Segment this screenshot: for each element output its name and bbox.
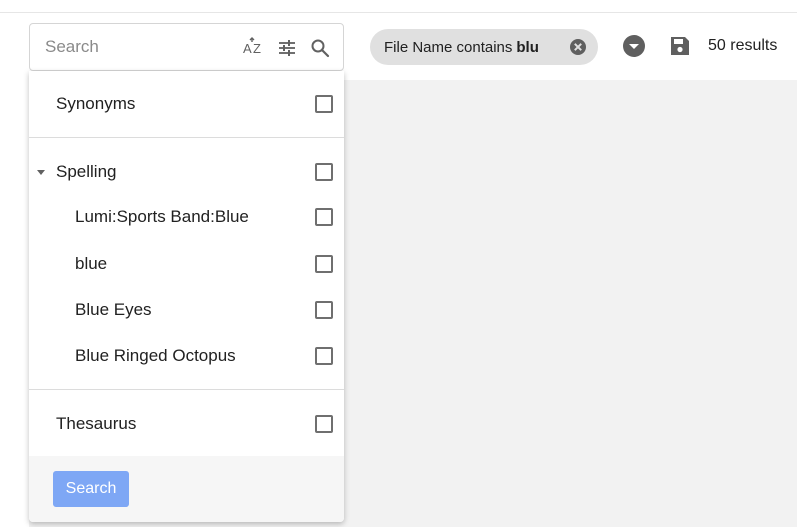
search-input[interactable] — [45, 37, 205, 57]
panel-footer: Search — [29, 456, 344, 522]
search-box[interactable]: A Z — [29, 23, 344, 71]
spelling-item-checkbox[interactable] — [315, 301, 333, 319]
spelling-item-label: Lumi:Sports Band:Blue — [75, 207, 249, 226]
svg-text:A: A — [243, 41, 252, 56]
search-tools: A Z — [243, 36, 331, 60]
search-icon[interactable] — [309, 37, 331, 59]
spelling-item-checkbox[interactable] — [315, 255, 333, 273]
sort-az-icon[interactable]: A Z — [243, 37, 265, 59]
left-strip — [0, 80, 29, 527]
divider — [29, 137, 344, 138]
spelling-item-label: blue — [75, 254, 108, 273]
option-spelling-checkbox[interactable] — [315, 163, 333, 181]
option-thesaurus-checkbox[interactable] — [315, 415, 333, 433]
spelling-item-label: Blue Eyes — [75, 300, 152, 319]
option-thesaurus-label: Thesaurus — [56, 414, 137, 433]
suggestions-panel: Synonyms Spelling Lumi:Sports Band:Blue … — [29, 71, 344, 522]
tune-icon[interactable] — [276, 37, 298, 59]
top-divider — [0, 12, 797, 13]
spelling-item[interactable]: Lumi:Sports Band:Blue — [29, 194, 344, 240]
caret-down-icon[interactable] — [37, 169, 45, 175]
spelling-item[interactable]: Blue Eyes — [29, 287, 344, 333]
spelling-item[interactable]: blue — [29, 241, 344, 287]
filter-chip-prefix: File Name contains — [384, 38, 513, 56]
option-synonyms-checkbox[interactable] — [315, 95, 333, 113]
filter-chip-value: blu — [516, 38, 539, 56]
save-icon[interactable] — [668, 34, 692, 58]
spelling-item-checkbox[interactable] — [315, 208, 333, 226]
svg-text:Z: Z — [253, 41, 261, 56]
close-circle-icon[interactable] — [568, 37, 588, 57]
search-button[interactable]: Search — [53, 471, 129, 507]
option-spelling-label: Spelling — [56, 162, 117, 181]
option-synonyms-label: Synonyms — [56, 94, 136, 113]
spelling-item-checkbox[interactable] — [315, 347, 333, 365]
spelling-item-label: Blue Ringed Octopus — [75, 346, 236, 365]
option-thesaurus[interactable]: Thesaurus — [29, 401, 344, 447]
divider — [29, 389, 344, 390]
spelling-item[interactable]: Blue Ringed Octopus — [29, 333, 344, 379]
filter-chip[interactable]: File Name contains blu — [370, 29, 598, 65]
dropdown-circle-icon[interactable] — [622, 34, 646, 58]
results-count: 50 results — [708, 37, 778, 54]
option-synonyms[interactable]: Synonyms — [29, 81, 344, 127]
option-spelling[interactable]: Spelling — [29, 149, 344, 195]
